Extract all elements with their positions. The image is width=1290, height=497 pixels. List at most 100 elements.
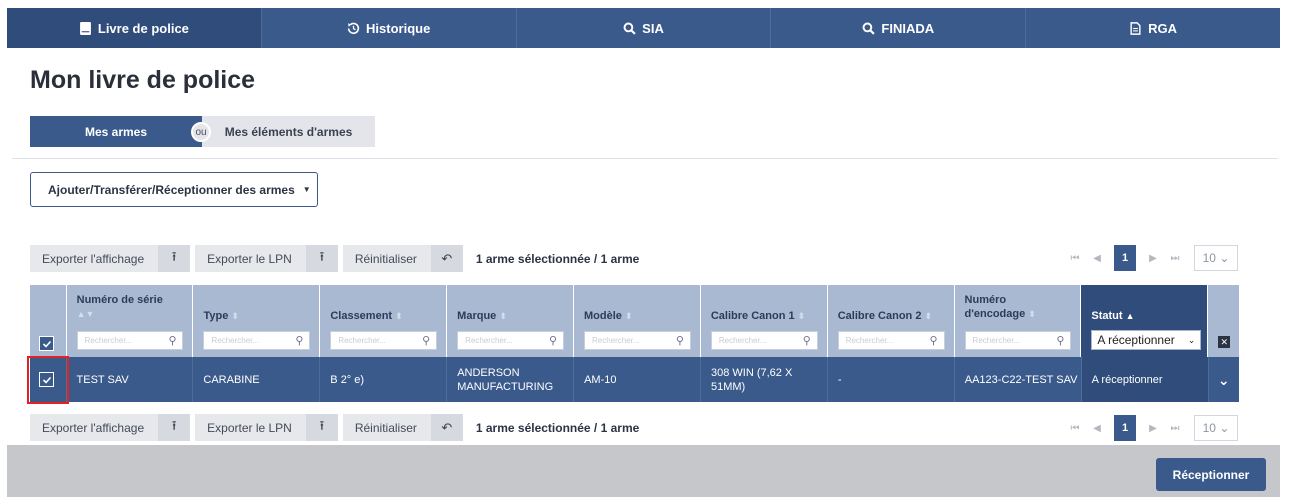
search-icon: ⚲ <box>549 335 558 347</box>
current-page[interactable]: 1 <box>1114 245 1136 271</box>
sort-icon: ⬍ <box>395 311 403 321</box>
chevron-down-icon: ⌄ <box>1219 251 1230 265</box>
export-display-button[interactable]: Exporter l'affichage ⭱ <box>30 245 191 272</box>
sort-icon: ⬍ <box>1028 309 1036 319</box>
tab-historique[interactable]: Historique <box>262 8 517 48</box>
cell-type: CARABINE <box>193 357 321 402</box>
filter-placeholder: Rechercher... <box>845 336 894 345</box>
first-page-icon[interactable]: ⏮ <box>1066 423 1084 434</box>
per-page-select[interactable]: 10 ⌄ <box>1194 415 1238 441</box>
column-header-status[interactable]: Statut ▲ <box>1091 309 1201 323</box>
undo-icon: ↶ <box>430 414 463 441</box>
column-header-serial[interactable]: Numéro de série ▲▼ <box>77 293 187 321</box>
status-filter-value: A réceptionner <box>1097 333 1175 347</box>
filter-type[interactable]: Rechercher... ⚲ <box>203 331 311 350</box>
table-header-row: Numéro de série ▲▼ Rechercher... ⚲ Type ⬍ … <box>30 285 1239 357</box>
header-serial: Numéro de série ▲▼ Rechercher... ⚲ <box>67 285 194 357</box>
chevron-down-icon: ⌄ <box>1219 421 1230 435</box>
upload-icon: ⭱ <box>158 245 191 272</box>
next-page-icon[interactable]: ▶ <box>1144 253 1162 264</box>
toggle-mes-armes[interactable]: Mes armes <box>30 116 202 147</box>
export-lpn-label: Exporter le LPN <box>207 420 292 435</box>
column-header-brand[interactable]: Marque ⬍ <box>457 309 567 323</box>
check-icon <box>42 340 51 348</box>
header-status: Statut ▲ A réceptionner ⌄ <box>1081 285 1209 357</box>
export-lpn-button[interactable]: Exporter le LPN ⭱ <box>195 245 338 272</box>
tab-sia[interactable]: SIA <box>517 8 772 48</box>
tab-livre-de-police[interactable]: Livre de police <box>7 8 262 48</box>
filter-caliber2[interactable]: Rechercher... ⚲ <box>837 331 945 350</box>
column-header-caliber1[interactable]: Calibre Canon 1 ⬍ <box>711 309 821 323</box>
prev-page-icon[interactable]: ◀ <box>1088 423 1106 434</box>
column-header-encoding[interactable]: Numéro d'encodage ⬍ <box>965 293 1075 321</box>
clear-filters-icon[interactable]: ✕ <box>1218 336 1231 348</box>
tab-label: RGA <box>1148 20 1178 36</box>
column-header-caliber2[interactable]: Calibre Canon 2 ⬍ <box>838 309 948 323</box>
undo-icon: ↶ <box>430 245 463 272</box>
reset-button[interactable]: Réinitialiser ↶ <box>342 414 463 441</box>
reset-button[interactable]: Réinitialiser ↶ <box>342 245 463 272</box>
upload-icon: ⭱ <box>305 245 338 272</box>
section-divider <box>12 158 1278 159</box>
filter-placeholder: Rechercher... <box>465 336 513 345</box>
header-caliber1: Calibre Canon 1 ⬍ Rechercher... ⚲ <box>701 285 828 357</box>
search-icon: ⚲ <box>422 335 431 347</box>
tab-finiada[interactable]: FINIADA <box>771 8 1027 48</box>
actions-dropdown[interactable]: Ajouter/Transférer/Réceptionner des arme… <box>30 172 318 207</box>
toolbar-top: Exporter l'affichage ⭱ Exporter le LPN ⭱… <box>30 245 639 272</box>
header-encoding: Numéro d'encodage ⬍ Rechercher... ⚲ <box>955 285 1082 357</box>
column-header-type[interactable]: Type ⬍ <box>203 309 313 323</box>
document-icon <box>1129 21 1142 35</box>
search-icon: ⚲ <box>295 335 304 347</box>
chevron-down-icon[interactable]: ⌄ <box>1218 373 1230 387</box>
export-display-button[interactable]: Exporter l'affichage ⭱ <box>30 414 191 441</box>
filter-placeholder: Rechercher... <box>338 336 386 345</box>
pagination-bottom: ⏮ ◀ 1 ▶ ⏭ 10 ⌄ <box>1064 415 1238 441</box>
header-brand: Marque ⬍ Rechercher... ⚲ <box>447 285 575 357</box>
sort-icon: ⬍ <box>924 311 933 321</box>
sort-icon: ▲▼ <box>76 309 95 319</box>
last-page-icon[interactable]: ⏭ <box>1166 253 1184 264</box>
export-lpn-label: Exporter le LPN <box>207 251 292 266</box>
last-page-icon[interactable]: ⏭ <box>1166 423 1184 434</box>
search-icon <box>862 22 876 35</box>
cell-model: AM-10 <box>574 357 701 402</box>
filter-placeholder: Rechercher... <box>211 336 260 345</box>
current-page[interactable]: 1 <box>1114 415 1136 441</box>
receive-button[interactable]: Réceptionner <box>1156 458 1266 491</box>
selection-count: 1 arme sélectionnée / 1 arme <box>475 420 640 435</box>
chevron-down-icon: ⌄ <box>1187 334 1196 345</box>
next-page-icon[interactable]: ▶ <box>1144 423 1162 434</box>
export-lpn-button[interactable]: Exporter le LPN ⭱ <box>195 414 338 441</box>
column-header-model[interactable]: Modèle ⬍ <box>584 309 694 323</box>
per-page-select[interactable]: 10 ⌄ <box>1194 245 1238 271</box>
status-filter-select[interactable]: A réceptionner ⌄ <box>1091 330 1202 350</box>
page-title: Mon livre de police <box>30 66 256 94</box>
filter-caliber1[interactable]: Rechercher... ⚲ <box>710 331 818 350</box>
tab-rga[interactable]: RGA <box>1026 8 1280 48</box>
upload-icon: ⭱ <box>158 414 191 441</box>
header-clear: ✕ <box>1208 285 1239 357</box>
filter-serial[interactable]: Rechercher... ⚲ <box>76 331 184 350</box>
history-icon <box>347 22 360 35</box>
sort-icon: ⬍ <box>499 311 507 321</box>
first-page-icon[interactable]: ⏮ <box>1066 253 1084 264</box>
reset-label: Réinitialiser <box>354 251 417 266</box>
pagination-top: ⏮ ◀ 1 ▶ ⏭ 10 ⌄ <box>1064 245 1238 271</box>
search-icon: ⚲ <box>1056 335 1065 347</box>
header-type: Type ⬍ Rechercher... ⚲ <box>193 285 321 357</box>
table-row[interactable]: TEST SAV CARABINE B 2° e) ANDERSON MANUF… <box>30 357 1239 402</box>
actions-dropdown-label: Ajouter/Transférer/Réceptionner des arme… <box>48 182 295 197</box>
export-display-label: Exporter l'affichage <box>42 420 145 435</box>
filter-encoding[interactable]: Rechercher... ⚲ <box>964 331 1072 350</box>
toggle-mes-elements[interactable]: Mes éléments d'armes <box>202 116 375 147</box>
cell-brand: ANDERSON MANUFACTURING <box>447 357 575 402</box>
filter-class[interactable]: Rechercher... ⚲ <box>330 331 438 350</box>
column-header-class[interactable]: Classement ⬍ <box>330 309 440 323</box>
prev-page-icon[interactable]: ◀ <box>1088 253 1106 264</box>
cell-caliber1: 308 WIN (7,62 X 51MM) <box>701 357 828 402</box>
upload-icon: ⭱ <box>305 414 338 441</box>
select-all-checkbox[interactable] <box>39 336 54 351</box>
filter-model[interactable]: Rechercher... ⚲ <box>584 331 691 350</box>
filter-brand[interactable]: Rechercher... ⚲ <box>457 331 565 350</box>
